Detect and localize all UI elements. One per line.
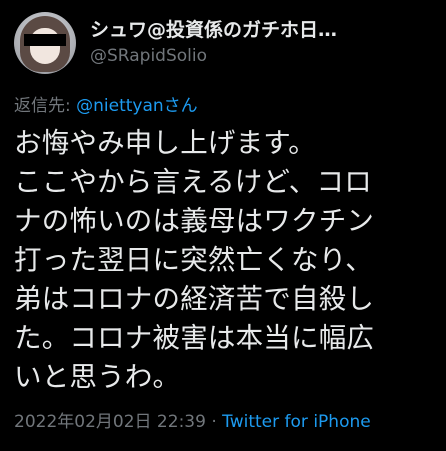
reply-mention-link[interactable]: @niettyanさん (76, 96, 198, 116)
avatar[interactable] (14, 12, 76, 74)
tweet-text: お悔やみ申し上げます。 ここやから言えるけど、コロ ナの怖いのは義母はワクチン … (14, 124, 432, 397)
tweet-text-line: お悔やみ申し上げます。 (14, 127, 316, 159)
reply-prefix: 返信先: (14, 96, 77, 116)
meta-separator: · (205, 412, 223, 432)
tweet-detail: シュワ@投資係のガチホ日… @SRapidSolio 返信先: @niettya… (0, 0, 446, 451)
user-handle[interactable]: @SRapidSolio (90, 44, 337, 68)
tweet-text-line: 打った翌日に突然亡くなり、 (14, 244, 373, 276)
display-name[interactable]: シュワ@投資係のガチホ日… (90, 18, 337, 42)
user-names: シュワ@投資係のガチホ日… @SRapidSolio (90, 12, 337, 68)
tweet-text-line: 弟はコロナの経済苦で自殺し (14, 283, 375, 315)
avatar-censor-bar (24, 34, 66, 46)
tweet-text-line: いと思うわ。 (14, 361, 181, 393)
tweet-meta: 2022年02月02日 22:39 · Twitter for iPhone (14, 410, 371, 434)
tweet-text-line: ナの怖いのは義母はワクチン (14, 205, 375, 237)
reply-to-line: 返信先: @niettyanさん (14, 94, 432, 118)
tweet-timestamp[interactable]: 2022年02月02日 22:39 (14, 412, 206, 432)
tweet-text-line: ここやから言えるけど、コロ (14, 166, 372, 198)
tweet-text-line: た。コロナ被害は本当に幅広 (14, 322, 375, 354)
tweet-source-link[interactable]: Twitter for iPhone (222, 412, 371, 432)
tweet-header: シュワ@投資係のガチホ日… @SRapidSolio (14, 12, 432, 80)
